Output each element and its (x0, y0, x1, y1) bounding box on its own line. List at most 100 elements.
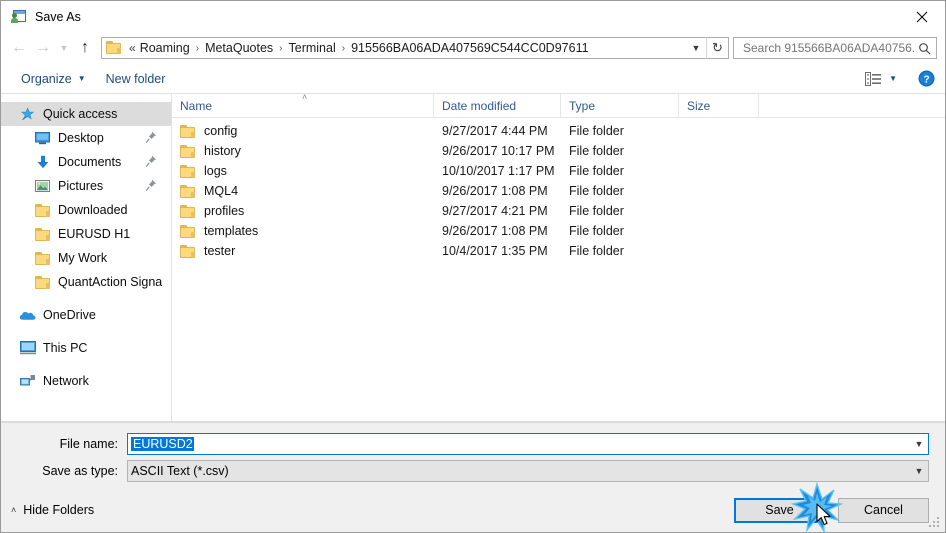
file-name-row: File name: EURUSD2 ▼ (17, 432, 929, 456)
sidebar-item-onedrive[interactable]: OneDrive (1, 303, 171, 327)
pin-icon[interactable] (145, 131, 157, 147)
file-type-cell: File folder (569, 244, 624, 258)
save-button[interactable]: Save (734, 497, 825, 523)
pin-icon[interactable] (145, 179, 157, 195)
table-row[interactable]: history 9/26/2017 10:17 PM File folder (172, 141, 945, 161)
breadcrumb-item-roaming[interactable]: Roaming (138, 41, 192, 55)
pin-icon[interactable] (145, 155, 157, 171)
sidebar-item-label: Documents (58, 155, 122, 169)
folder-icon (106, 41, 122, 55)
file-list: Name Date modified Type Size ˄ config 9/… (172, 92, 945, 421)
column-header-date-modified[interactable]: Date modified (434, 93, 561, 118)
sidebar-item-label: Quick access (43, 107, 118, 121)
new-folder-label: New folder (105, 71, 166, 86)
file-type-cell: File folder (569, 164, 624, 178)
close-button[interactable] (899, 1, 945, 32)
table-row[interactable]: MQL4 9/26/2017 1:08 PM File folder (172, 181, 945, 201)
file-name-cell: history (172, 144, 434, 158)
folder-icon (34, 251, 51, 265)
network-icon (19, 374, 36, 388)
organize-label: Organize (21, 71, 72, 86)
sidebar-item-label: Desktop (58, 131, 104, 145)
address-bar[interactable]: « Roaming › MetaQuotes › Terminal › 9155… (101, 37, 729, 59)
sidebar-divider (1, 327, 171, 336)
cancel-button-label: Cancel (864, 503, 903, 517)
up-button[interactable]: ↑ (73, 36, 97, 60)
chevron-down-icon: ▼ (914, 439, 924, 449)
sidebar-item-downloaded[interactable]: Downloaded (1, 198, 171, 222)
sidebar-item-quick-access[interactable]: Quick access (1, 102, 171, 126)
sidebar-item-label: Pictures (58, 179, 104, 193)
table-row[interactable]: profiles 9/27/2017 4:21 PM File folder (172, 201, 945, 221)
folder-icon (34, 227, 51, 241)
table-row[interactable]: tester 10/4/2017 1:35 PM File folder (172, 241, 945, 261)
breadcrumb-item-folder-id[interactable]: 915566BA06ADA407569C544CC0D97611 (349, 41, 590, 55)
sidebar-item-label: OneDrive (43, 308, 96, 322)
breadcrumb-overflow[interactable]: « (127, 41, 138, 55)
sidebar-item-quantaction-signal[interactable]: QuantAction Signal (1, 270, 171, 294)
file-date-cell: 9/26/2017 1:08 PM (442, 224, 548, 238)
file-type-cell: File folder (569, 144, 624, 158)
chevron-down-icon: ▼ (59, 42, 69, 53)
help-button[interactable]: ? (918, 70, 935, 87)
file-date-cell: 9/26/2017 1:08 PM (442, 184, 548, 198)
file-name-value[interactable]: EURUSD2 (128, 437, 909, 451)
table-row[interactable]: config 9/27/2017 4:44 PM File folder (172, 121, 945, 141)
file-type-cell: File folder (569, 204, 624, 218)
organize-button[interactable]: Organize ▼ (15, 69, 92, 89)
folder-icon (180, 164, 196, 178)
column-header-type[interactable]: Type (561, 93, 679, 118)
resize-grip-icon[interactable] (929, 517, 942, 530)
save-as-type-label: Save as type: (42, 464, 118, 478)
refresh-button[interactable]: ↻ (706, 38, 728, 58)
file-date-cell: 10/4/2017 1:35 PM (442, 244, 548, 258)
sidebar-item-label: This PC (43, 341, 88, 355)
search-box[interactable] (733, 37, 937, 59)
sidebar-item-label: Network (43, 374, 89, 388)
table-row[interactable]: templates 9/26/2017 1:08 PM File folder (172, 221, 945, 241)
file-name-cell: MQL4 (172, 184, 434, 198)
cancel-button[interactable]: Cancel (838, 497, 929, 523)
file-rows: config 9/27/2017 4:44 PM File folder his… (172, 118, 945, 421)
help-icon: ? (918, 70, 935, 87)
file-name-input[interactable]: EURUSD2 ▼ (127, 433, 929, 455)
file-name-label: profiles (204, 204, 245, 218)
breadcrumb-item-terminal[interactable]: Terminal (287, 41, 338, 55)
file-name-dropdown-button[interactable]: ▼ (909, 434, 928, 454)
save-as-type-select[interactable]: ASCII Text (*.csv) ▼ (127, 460, 929, 482)
breadcrumb-separator: › (195, 42, 200, 54)
search-input[interactable] (741, 40, 916, 56)
chevron-down-icon: ▼ (691, 43, 701, 53)
save-as-type-dropdown-button[interactable]: ▼ (909, 461, 928, 481)
up-arrow-icon: ↑ (81, 39, 89, 56)
recent-locations-button[interactable]: ▼ (55, 36, 73, 60)
new-folder-button[interactable]: New folder (100, 69, 172, 89)
sidebar-item-this-pc[interactable]: This PC (1, 336, 171, 360)
forward-button[interactable]: → (31, 36, 55, 60)
navigation-sidebar: Quick access Desktop Documents Pictures … (1, 94, 172, 421)
back-button[interactable]: ← (7, 36, 31, 60)
breadcrumb: « Roaming › MetaQuotes › Terminal › 9155… (127, 41, 686, 55)
sidebar-item-pictures[interactable]: Pictures (1, 174, 171, 198)
sidebar-divider (1, 294, 171, 303)
folder-icon (180, 144, 196, 158)
file-name-label: File name: (59, 437, 118, 451)
breadcrumb-item-metaquotes[interactable]: MetaQuotes (203, 41, 275, 55)
sidebar-item-eurusd-h1[interactable]: EURUSD H1 (1, 222, 171, 246)
folder-icon (180, 244, 196, 258)
onedrive-cloud-icon (19, 309, 36, 321)
address-dropdown-button[interactable]: ▼ (686, 38, 706, 58)
hide-folders-button[interactable]: ˄ Hide Folders (11, 503, 94, 517)
back-arrow-icon: ← (11, 39, 27, 56)
sidebar-item-desktop[interactable]: Desktop (1, 126, 171, 150)
file-name-label: config (204, 124, 238, 138)
sidebar-item-network[interactable]: Network (1, 369, 171, 393)
change-view-button[interactable]: ▼ (860, 69, 902, 89)
command-toolbar: Organize ▼ New folder ▼ ? (1, 64, 945, 94)
table-row[interactable]: logs 10/10/2017 1:17 PM File folder (172, 161, 945, 181)
file-name-cell: config (172, 124, 434, 138)
column-header-size[interactable]: Size (679, 93, 759, 118)
file-name-cell: tester (172, 244, 434, 258)
sidebar-item-documents[interactable]: Documents (1, 150, 171, 174)
sidebar-item-my-work[interactable]: My Work (1, 246, 171, 270)
